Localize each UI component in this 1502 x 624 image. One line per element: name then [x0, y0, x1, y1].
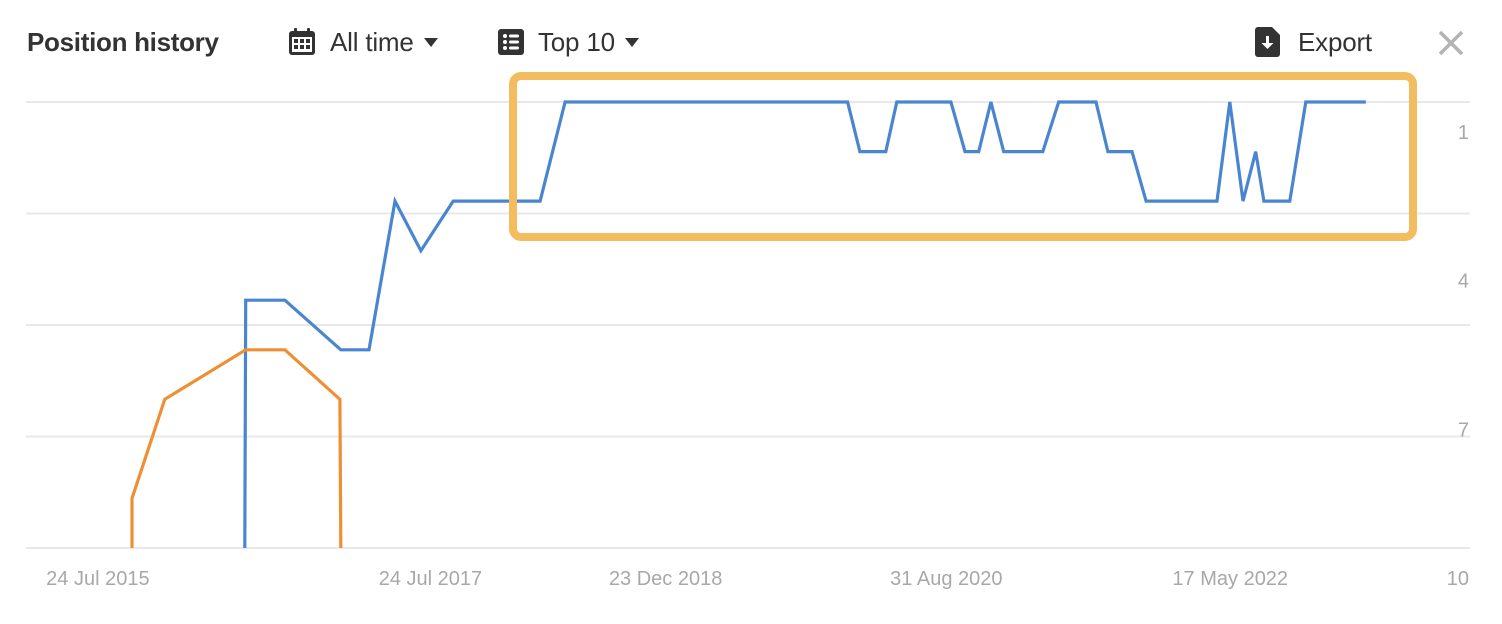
x-tick-label: 17 May 2022 — [1172, 568, 1288, 590]
x-tick-label: 24 Jul 2015 — [46, 568, 149, 590]
series-line-orange — [130, 348, 343, 549]
y-axis-ticks: 1 4 7 10 — [1447, 122, 1469, 590]
x-tick-label: 23 Dec 2018 — [609, 568, 722, 590]
x-tick-label: 24 Jul 2017 — [379, 568, 482, 590]
gridlines — [26, 101, 1470, 549]
x-tick-label: 31 Aug 2020 — [890, 568, 1002, 590]
y-tick-label: 4 — [1458, 271, 1469, 293]
y-tick-label: 1 — [1458, 122, 1469, 144]
position-history-chart: 1 4 7 10 24 Jul 2015 24 Jul 2017 23 Dec 2018 3… — [26, 100, 1470, 590]
x-axis-ticks: 24 Jul 2015 24 Jul 2017 23 Dec 2018 31 Aug … — [46, 568, 1288, 590]
y-tick-label: 7 — [1458, 419, 1469, 441]
y-tick-label: 10 — [1447, 568, 1469, 590]
